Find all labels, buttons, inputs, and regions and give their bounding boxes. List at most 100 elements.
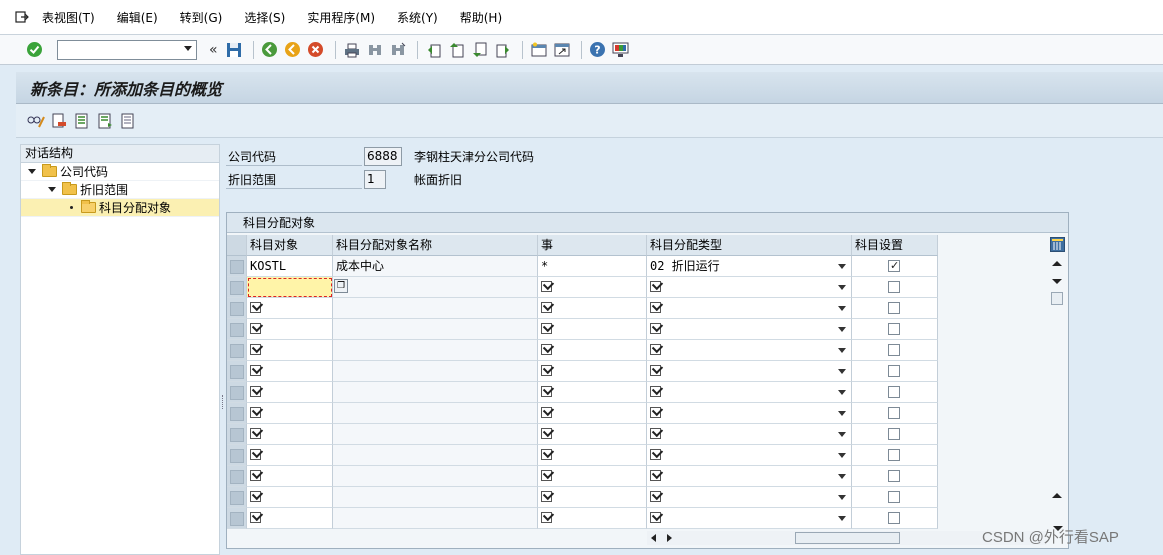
value-help-icon[interactable]: ❐ [334,279,348,293]
row-selector[interactable] [227,277,247,298]
account-setting-checkbox[interactable] [888,365,900,377]
row-selector[interactable] [227,424,247,445]
select-all-icon[interactable] [72,111,92,131]
table-row[interactable] [227,487,938,508]
event-cell[interactable] [538,403,647,424]
pane-splitter[interactable] [222,395,224,409]
object-cell[interactable]: KOSTL [247,256,333,277]
collapse-command-icon[interactable]: « [209,42,218,58]
chevron-down-icon[interactable] [838,264,846,269]
object-cell[interactable] [247,340,333,361]
display-change-icon[interactable] [26,111,46,131]
assignment-type-dropdown[interactable] [647,382,852,403]
account-setting-checkbox[interactable] [888,281,900,293]
enter-icon[interactable] [24,40,44,60]
table-row[interactable] [227,403,938,424]
assignment-type-dropdown[interactable] [647,277,852,298]
find-icon[interactable] [365,40,385,60]
account-setting-checkbox[interactable] [888,386,900,398]
row-selector[interactable] [227,445,247,466]
event-cell[interactable] [538,424,647,445]
assignment-type-dropdown[interactable] [647,487,852,508]
assignment-type-dropdown[interactable] [647,466,852,487]
assignment-type-dropdown[interactable] [647,340,852,361]
assignment-type-dropdown[interactable]: 02 折旧运行 [647,256,852,277]
expand-icon[interactable] [48,187,56,192]
next-page-icon[interactable] [470,40,490,60]
select-block-icon[interactable] [95,111,115,131]
expand-icon[interactable] [28,169,36,174]
account-setting-checkbox[interactable] [888,470,900,482]
account-setting-checkbox[interactable] [888,512,900,524]
row-selector[interactable] [227,340,247,361]
previous-page-icon[interactable] [447,40,467,60]
first-page-icon[interactable] [424,40,444,60]
tree-node-account-assignment-objects[interactable]: 科目分配对象 [21,199,219,217]
save-icon[interactable] [224,40,244,60]
chevron-down-icon[interactable] [838,390,846,395]
table-row[interactable] [227,466,938,487]
scroll-left-icon[interactable] [651,534,656,542]
event-cell[interactable]: * [538,256,647,277]
menu-table-view[interactable]: 表视图(T) [42,9,95,26]
column-header-object-name[interactable]: 科目分配对象名称 [333,235,538,256]
menu-goto[interactable]: 转到(G) [180,9,223,26]
table-row[interactable]: KOSTL 成本中心 * 02 折旧运行 [227,256,938,277]
chevron-down-icon[interactable] [838,411,846,416]
table-row[interactable] [227,298,938,319]
row-selector[interactable] [227,361,247,382]
chevron-down-icon[interactable] [838,495,846,500]
command-field[interactable] [57,39,197,60]
account-setting-checkbox[interactable] [888,428,900,440]
column-header-account-setting[interactable]: 科目设置 [852,235,938,256]
object-cell[interactable] [247,508,333,529]
chevron-down-icon[interactable] [838,327,846,332]
column-header-event[interactable]: 事 [538,235,647,256]
chevron-down-icon[interactable] [838,306,846,311]
assignment-type-dropdown[interactable] [647,424,852,445]
event-cell[interactable] [538,361,647,382]
last-page-icon[interactable] [493,40,513,60]
chevron-down-icon[interactable] [838,285,846,290]
chevron-down-icon[interactable] [838,516,846,521]
table-row[interactable] [227,445,938,466]
chevron-down-icon[interactable] [838,453,846,458]
assignment-type-dropdown[interactable] [647,508,852,529]
row-selector[interactable] [227,508,247,529]
assignment-type-dropdown[interactable] [647,403,852,424]
event-cell[interactable] [538,319,647,340]
vertical-scroll-thumb[interactable] [1051,292,1063,305]
menu-utilities[interactable]: 实用程序(M) [307,9,375,26]
table-row[interactable] [227,319,938,340]
shortcut-icon[interactable] [552,40,572,60]
event-cell[interactable] [538,487,647,508]
row-selector[interactable] [227,403,247,424]
row-selector[interactable] [227,382,247,403]
menu-help[interactable]: 帮助(H) [460,9,502,26]
scroll-down-small-icon[interactable] [1052,279,1062,284]
row-selector[interactable] [227,298,247,319]
account-setting-checkbox[interactable] [888,256,900,276]
cancel-icon[interactable] [306,40,326,60]
row-selector[interactable] [227,256,247,277]
account-setting-checkbox[interactable] [888,323,900,335]
account-setting-checkbox[interactable] [888,407,900,419]
depreciation-area-field[interactable]: 1 [364,170,386,189]
horizontal-scroll-thumb[interactable] [795,532,900,544]
object-cell[interactable] [247,487,333,508]
back-icon[interactable] [260,40,280,60]
assignment-type-dropdown[interactable] [647,361,852,382]
account-setting-checkbox[interactable] [888,302,900,314]
table-settings-icon[interactable] [1050,237,1065,252]
vertical-scrollbar[interactable] [1049,257,1065,507]
account-setting-checkbox[interactable] [888,491,900,503]
object-cell[interactable] [247,403,333,424]
assignment-type-dropdown[interactable] [647,298,852,319]
scroll-up-icon[interactable] [1052,261,1062,266]
chevron-down-icon[interactable] [838,474,846,479]
chevron-down-icon[interactable] [838,432,846,437]
chevron-down-icon[interactable] [838,348,846,353]
column-header-object[interactable]: 科目对象 [247,235,333,256]
help-icon[interactable]: ? [588,40,608,60]
menu-system[interactable]: 系统(Y) [397,9,438,26]
